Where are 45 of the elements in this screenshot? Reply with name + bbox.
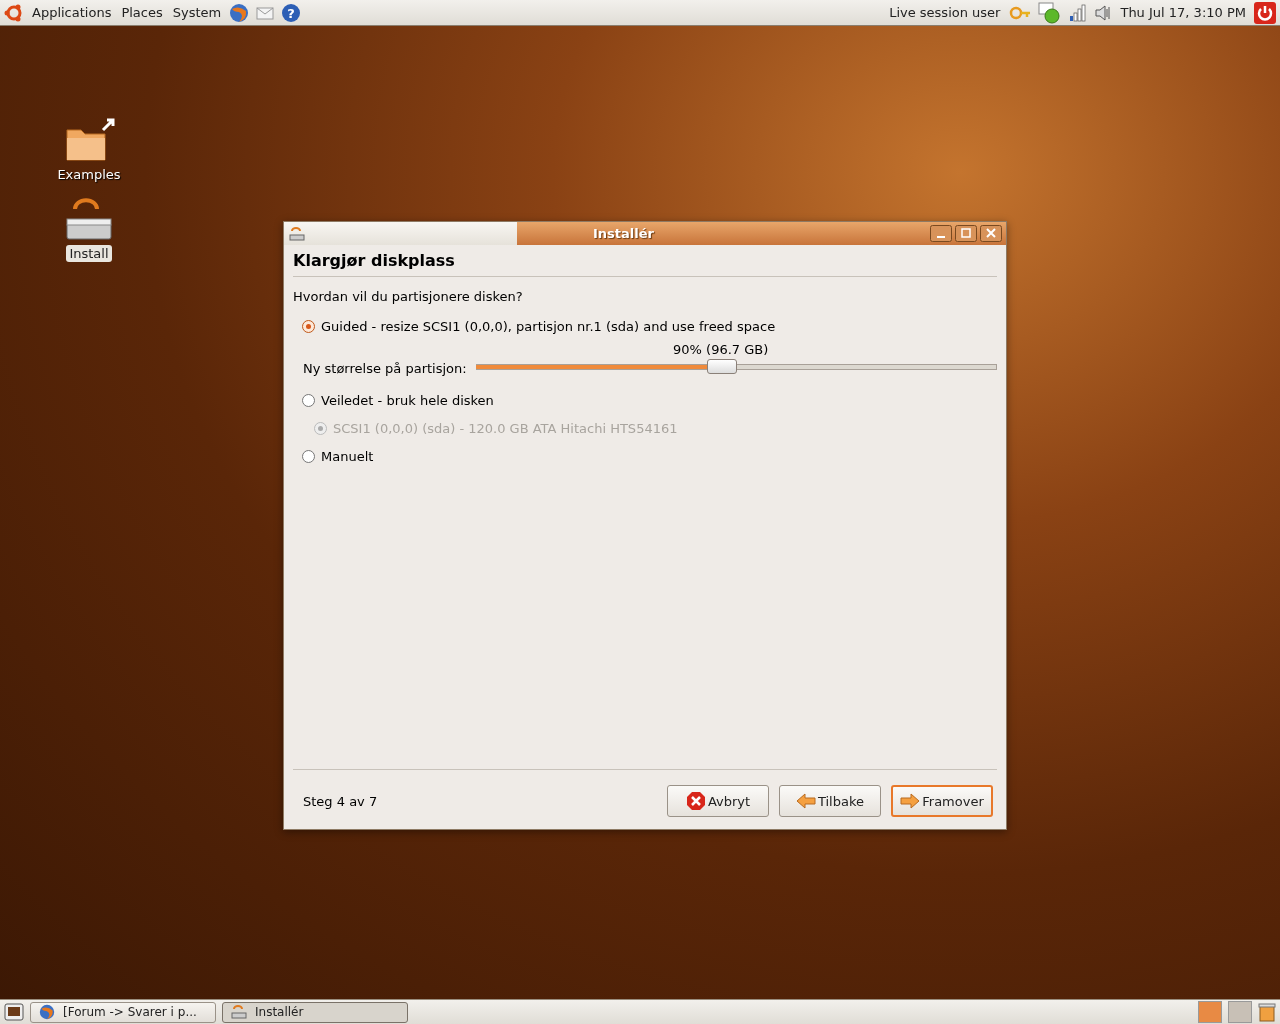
- panel-menu[interactable]: System: [170, 5, 224, 20]
- radio-button[interactable]: [302, 393, 315, 407]
- taskbar-button[interactable]: [Forum -> Svarer i p...: [30, 1001, 216, 1023]
- question-text: Hvordan vil du partisjonere disken?: [293, 289, 524, 304]
- logo-icon[interactable]: [4, 2, 24, 23]
- slider-value: 90% (96.7 GB): [673, 342, 769, 357]
- radio-button[interactable]: [302, 319, 315, 333]
- desktop-icon-label[interactable]: Install: [66, 245, 112, 262]
- chat-status-icon[interactable]: [1038, 1, 1063, 24]
- help-icon[interactable]: ?: [281, 2, 302, 23]
- signal-icon[interactable]: [1068, 3, 1089, 22]
- close-icon[interactable]: [980, 225, 1002, 242]
- speaker-icon[interactable]: [1094, 3, 1113, 22]
- slider-label: Ny størrelse på partisjon:: [303, 361, 467, 376]
- radio-label[interactable]: Manuelt: [321, 448, 374, 464]
- window-title: Installér: [593, 226, 654, 241]
- user-name[interactable]: Live session user: [887, 5, 1003, 20]
- drive-icon: [231, 1004, 247, 1020]
- taskbar-button[interactable]: Installér: [222, 1001, 408, 1023]
- panel-menu[interactable]: Applications: [30, 5, 114, 20]
- dialog-button[interactable]: Framover: [891, 785, 993, 817]
- globe-icon[interactable]: [229, 2, 250, 23]
- app-icon: [289, 225, 305, 242]
- step-label: Steg 4 av 7: [303, 793, 378, 809]
- radio-label[interactable]: Guided - resize SCSI1 (0,0,0), partisjon nr.1 (sda) and use freed space: [321, 318, 776, 334]
- cancel-icon: [685, 791, 706, 811]
- panel-menu[interactable]: Places: [119, 5, 165, 20]
- size-slider[interactable]: [475, 359, 997, 374]
- workspace-switcher[interactable]: [1228, 1001, 1252, 1023]
- radio-label[interactable]: Veiledet - bruk hele disken: [321, 392, 494, 408]
- trash-icon[interactable]: [1258, 1002, 1276, 1022]
- show-desktop-icon[interactable]: [4, 1002, 24, 1022]
- power-icon[interactable]: [1254, 1, 1276, 24]
- minimize-icon[interactable]: [930, 225, 952, 242]
- dialog-button[interactable]: Tilbake: [779, 785, 881, 817]
- left-arrow-icon: [795, 792, 816, 810]
- globe-icon: [39, 1004, 55, 1020]
- clock[interactable]: Thu Jul 17, 3:10 PM: [1118, 5, 1248, 20]
- workspace-switcher[interactable]: [1198, 1001, 1222, 1023]
- maximize-icon[interactable]: [955, 225, 977, 242]
- dialog-button[interactable]: Avbryt: [667, 785, 769, 817]
- right-arrow-icon: [900, 792, 921, 810]
- page-heading: Klargjør diskplass: [293, 250, 456, 272]
- radio-button[interactable]: [302, 449, 315, 463]
- desktop-icon-label[interactable]: Examples: [54, 166, 124, 183]
